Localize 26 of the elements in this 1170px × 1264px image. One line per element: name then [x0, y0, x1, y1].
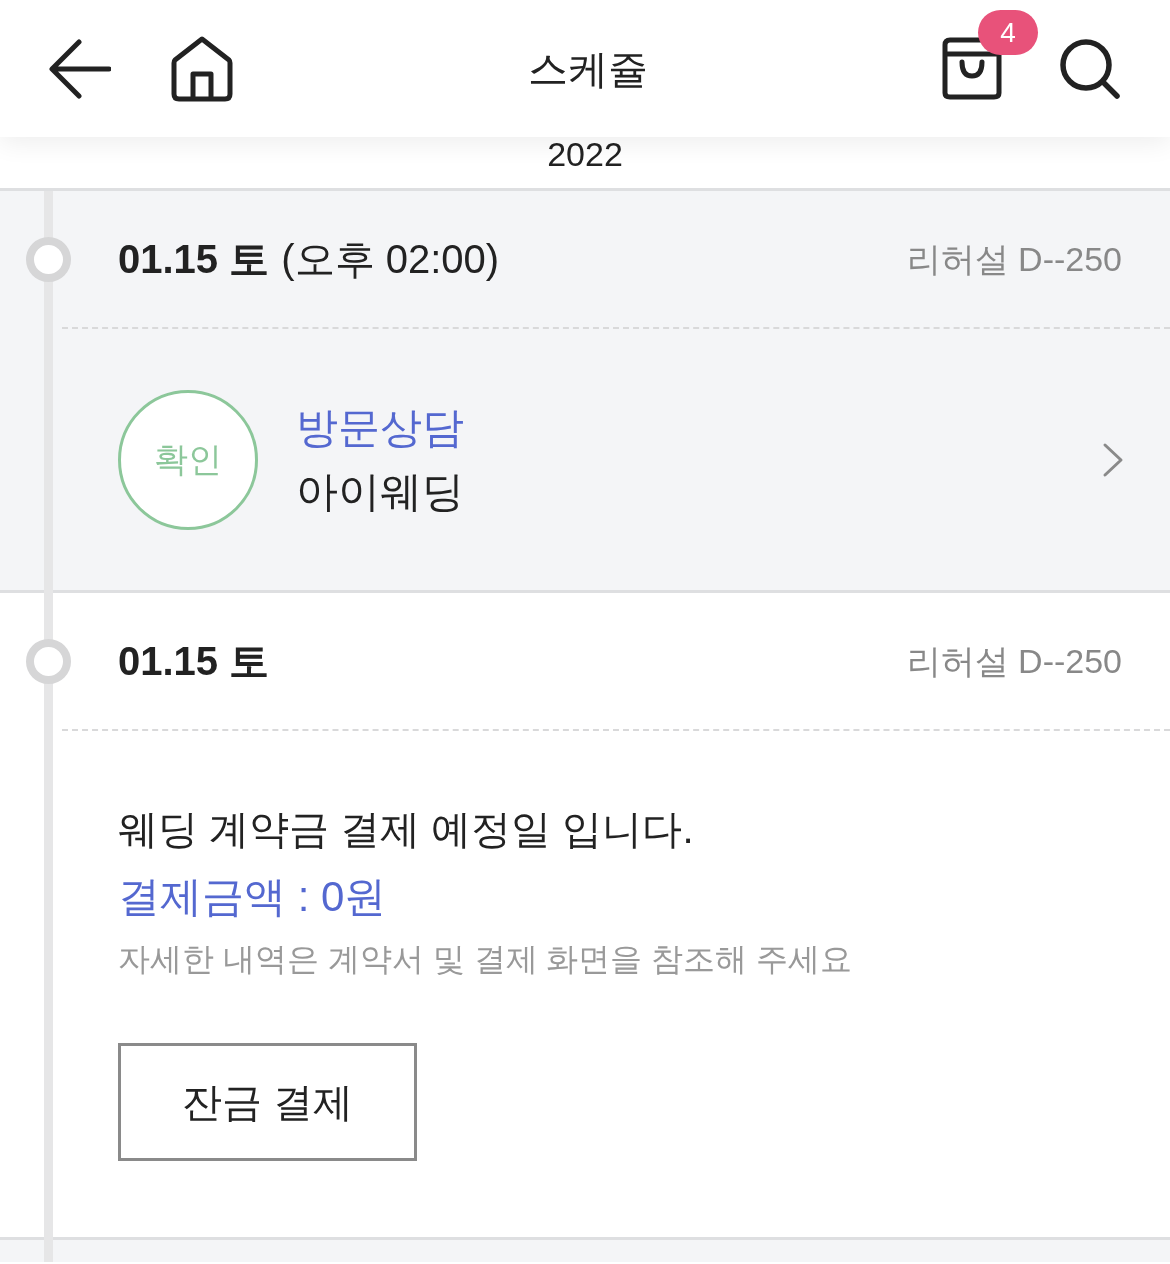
payment-note: 자세한 내역은 계약서 및 결제 화면을 참조해 주세요: [118, 940, 853, 979]
date-text: 01.15 토: [118, 239, 270, 279]
chevron-right-icon: [1102, 441, 1124, 478]
back-arrow-icon: [49, 38, 111, 99]
date-text: 01.15 토: [118, 641, 270, 681]
year-label: 2022: [547, 137, 623, 175]
d-day-label: 리허설 D--250: [906, 644, 1122, 678]
cart-count-badge: 4: [978, 10, 1038, 55]
timeline-marker-icon: [26, 236, 71, 282]
balance-payment-button[interactable]: 잔금 결제: [118, 1043, 417, 1161]
home-icon: [171, 35, 233, 102]
status-badge: 확인: [118, 389, 258, 530]
timeline-marker-icon: [26, 638, 71, 684]
vendor-name: 아이웨딩: [296, 466, 464, 517]
payment-message: 웨딩 계약금 결제 예정일 입니다.: [118, 806, 694, 853]
search-icon: [1059, 37, 1121, 100]
page-title: 스케쥴: [528, 48, 648, 89]
d-day-label: 리허설 D--250: [906, 242, 1122, 276]
time-text: (오후 02:00): [281, 239, 500, 279]
payment-amount: 결제금액 : 0원: [118, 872, 387, 922]
search-button[interactable]: [1058, 36, 1122, 101]
home-button[interactable]: [170, 34, 234, 103]
shopping-bag-icon: [942, 36, 1002, 100]
cart-button[interactable]: 4: [942, 10, 1040, 100]
back-button[interactable]: [48, 36, 112, 101]
category-text: 방문상담: [296, 402, 464, 453]
